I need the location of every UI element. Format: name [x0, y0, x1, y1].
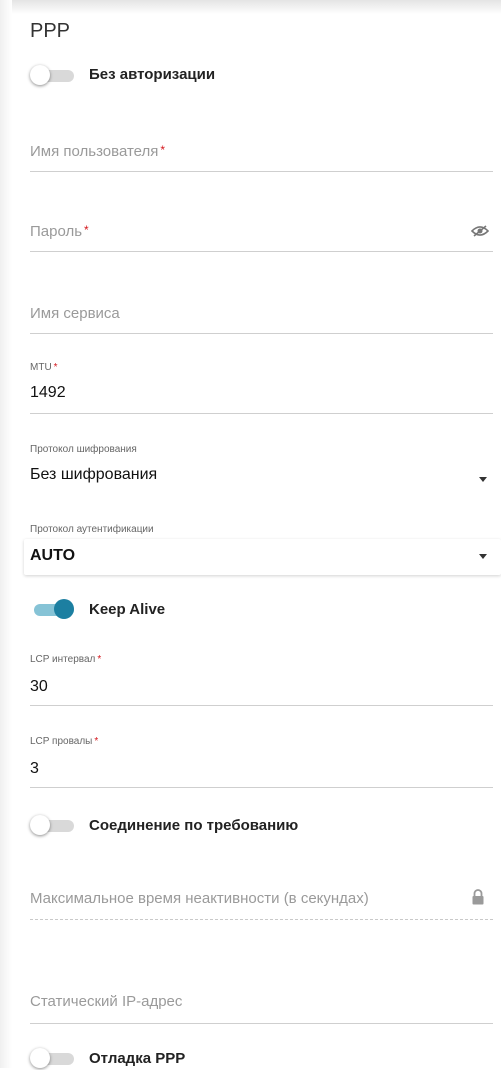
lcp-interval-field[interactable]: LCP интервал * 30 — [30, 650, 493, 706]
lcp-failures-value: 3 — [30, 760, 39, 777]
section-title: PPP — [30, 20, 71, 42]
encryption-label: Протокол шифрования — [30, 444, 137, 455]
lcp-interval-label: LCP интервал — [30, 654, 96, 665]
no-auth-toggle[interactable] — [30, 65, 76, 87]
on-demand-toggle[interactable] — [30, 815, 76, 837]
auth-protocol-select[interactable]: Протокол аутентификации AUTO — [30, 520, 493, 576]
username-placeholder: Имя пользователя — [30, 143, 159, 160]
lcp-failures-label: LCP провалы — [30, 736, 93, 747]
required-mark: * — [84, 223, 89, 237]
on-demand-label: Соединение по требованию — [89, 817, 299, 834]
max-idle-field: Максимальное время неактивности (в секун… — [30, 880, 493, 920]
ppp-debug-toggle[interactable] — [30, 1048, 76, 1070]
no-auth-label: Без авторизации — [89, 66, 216, 83]
keep-alive-label: Keep Alive — [89, 601, 166, 618]
password-placeholder: Пароль — [30, 223, 83, 240]
lcp-interval-value: 30 — [30, 678, 48, 695]
encryption-value: Без шифрования — [30, 466, 158, 483]
username-field[interactable]: Имя пользователя * — [30, 132, 493, 172]
auth-protocol-value: AUTO — [30, 547, 76, 564]
window-top-edge — [0, 0, 501, 14]
required-mark: * — [94, 736, 99, 747]
static-ip-field[interactable]: Статический IP-адрес — [30, 990, 493, 1024]
mtu-label: MTU — [30, 362, 52, 373]
required-mark: * — [97, 654, 102, 665]
encryption-select[interactable]: Протокол шифрования Без шифрования — [30, 440, 493, 494]
lock-icon — [471, 889, 485, 910]
service-name-field[interactable]: Имя сервиса — [30, 294, 493, 334]
static-ip-placeholder: Статический IP-адрес — [30, 993, 183, 1010]
ppp-debug-label: Отладка PPP — [89, 1050, 186, 1067]
lcp-failures-field[interactable]: LCP провалы * 3 — [30, 732, 493, 788]
service-name-placeholder: Имя сервиса — [30, 305, 120, 322]
chevron-down-icon — [479, 477, 487, 482]
window-left-edge — [0, 0, 12, 1068]
auth-protocol-label: Протокол аутентификации — [30, 524, 154, 535]
eye-slash-icon[interactable] — [470, 224, 490, 243]
required-mark: * — [160, 143, 166, 157]
keep-alive-toggle[interactable] — [30, 599, 76, 621]
required-mark: * — [53, 362, 58, 373]
chevron-down-icon — [479, 554, 487, 559]
max-idle-placeholder: Максимальное время неактивности (в секун… — [30, 890, 369, 907]
password-field[interactable]: Пароль * — [30, 212, 493, 252]
mtu-field[interactable]: MTU * 1492 — [30, 358, 493, 414]
mtu-value: 1492 — [30, 384, 66, 401]
